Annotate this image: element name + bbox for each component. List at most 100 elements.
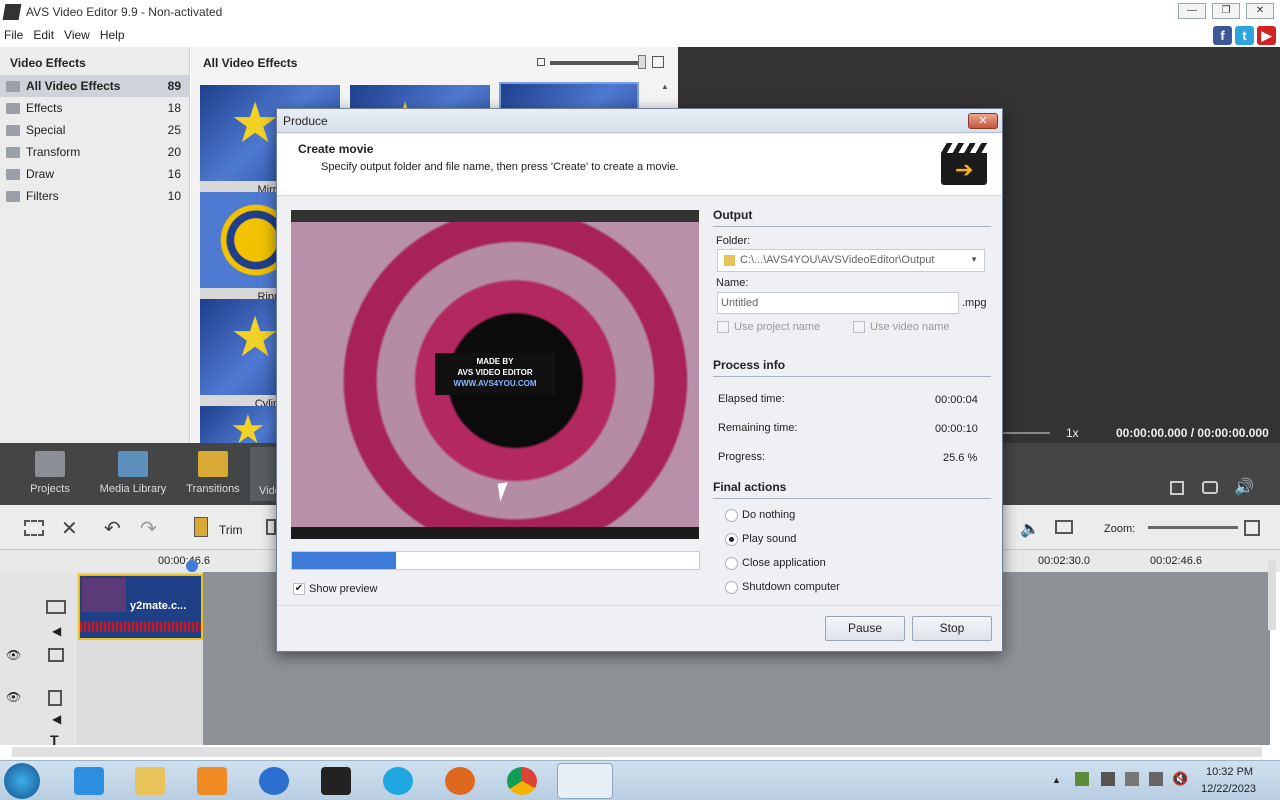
produce-dialog: Produce ✕ Create movie Specify output fo… <box>276 108 1003 652</box>
split-icon[interactable] <box>266 519 276 535</box>
visibility-eye-icon[interactable]: 👁 <box>6 648 21 662</box>
scroll-up-icon[interactable]: ▲ <box>661 82 671 92</box>
category-draw[interactable]: Draw 16 <box>0 163 189 185</box>
play-sound-radio[interactable] <box>725 533 738 546</box>
video-clip[interactable]: y2mate.c... <box>78 574 203 640</box>
mute-icon[interactable]: ◀ <box>52 624 61 638</box>
twitter-icon[interactable]: t <box>1235 26 1254 45</box>
zoom-label: Zoom: <box>1104 523 1136 535</box>
name-label: Name: <box>716 277 749 289</box>
do-nothing-radio[interactable] <box>725 509 738 522</box>
media-library-button[interactable]: Media Library <box>91 451 175 495</box>
visibility-eye-icon[interactable]: 👁 <box>6 690 21 704</box>
playhead[interactable] <box>186 560 198 572</box>
media-player-icon[interactable] <box>197 767 227 795</box>
pause-button[interactable]: Pause <box>825 616 905 641</box>
youtube-icon[interactable]: ▶ <box>1257 26 1276 45</box>
use-project-name-checkbox[interactable] <box>717 321 729 333</box>
display-icon[interactable] <box>1055 520 1073 534</box>
video-track-icon <box>46 600 66 614</box>
avs-video-editor-taskbar-button[interactable] <box>557 763 613 799</box>
action-center-icon[interactable] <box>1125 772 1139 786</box>
audio-mixer-icon[interactable]: 🔈 <box>1020 519 1040 539</box>
thumbnail-size-slider[interactable] <box>550 61 642 65</box>
fit-timeline-icon[interactable] <box>1244 520 1260 536</box>
overlay-track-icon <box>48 690 62 706</box>
close-button[interactable]: ✕ <box>1246 3 1274 19</box>
stop-button[interactable]: Stop <box>912 616 992 641</box>
internet-explorer-icon[interactable] <box>74 767 104 795</box>
volume-muted-icon[interactable]: 🔇 <box>1172 771 1188 787</box>
tray-icon[interactable] <box>1101 772 1115 786</box>
timeline-hscrollbar[interactable] <box>12 747 1262 757</box>
render-progress-bar <box>291 551 700 570</box>
show-hidden-icons[interactable]: ▲ <box>1052 775 1061 785</box>
show-preview-checkbox[interactable]: ✔ <box>293 583 305 595</box>
file-name-input[interactable]: Untitled <box>717 292 959 314</box>
menu-edit[interactable]: Edit <box>33 28 54 42</box>
avs-watermark-logo: MADE BY AVS VIDEO EDITOR WWW.AVS4YOU.COM <box>435 353 555 395</box>
category-all-video-effects[interactable]: All Video Effects 89 <box>0 75 189 97</box>
chevron-down-icon: ▼ <box>970 255 978 264</box>
film-icon <box>118 451 148 477</box>
fullscreen-icon[interactable] <box>1170 481 1184 495</box>
small-size-icon[interactable] <box>537 58 545 66</box>
skype-icon[interactable] <box>383 767 413 795</box>
shutdown-computer-label: Shutdown computer <box>742 581 840 593</box>
lightning-app-icon[interactable] <box>259 767 289 795</box>
shutdown-computer-radio[interactable] <box>725 581 738 594</box>
trim-button[interactable]: Trim <box>219 523 243 537</box>
video-effects-button[interactable]: Vide <box>250 447 281 501</box>
snapshot-icon[interactable] <box>1202 481 1218 494</box>
projects-button[interactable]: Projects <box>8 451 92 495</box>
start-button[interactable] <box>4 763 40 799</box>
process-info-section-title: Process info <box>713 358 991 377</box>
maximize-button[interactable]: ❐ <box>1212 3 1240 19</box>
network-icon[interactable] <box>1149 772 1163 786</box>
time-display: 00:00:00.000 / 00:00:00.000 <box>1116 426 1269 440</box>
category-special[interactable]: Special 25 <box>0 119 189 141</box>
file-explorer-icon[interactable] <box>135 767 165 795</box>
close-application-radio[interactable] <box>725 557 738 570</box>
progress-value: 25.6 % <box>943 452 978 464</box>
transitions-button[interactable]: Transitions <box>171 451 255 495</box>
volume-icon[interactable]: 🔊 <box>1234 477 1254 497</box>
video-app-icon[interactable] <box>321 767 351 795</box>
undo-icon[interactable]: ↶ <box>104 516 121 541</box>
minimize-button[interactable]: — <box>1178 3 1206 19</box>
menu-file[interactable]: File <box>4 28 23 42</box>
category-transform[interactable]: Transform 20 <box>0 141 189 163</box>
category-filters[interactable]: Filters 10 <box>0 185 189 207</box>
timeline-vscrollbar[interactable] <box>1268 560 1276 630</box>
app-icon <box>2 4 22 20</box>
remaining-time-label: Remaining time: <box>718 422 798 434</box>
category-effects[interactable]: Effects 18 <box>0 97 189 119</box>
zoom-slider[interactable] <box>1148 526 1238 529</box>
volume-slider[interactable] <box>1000 432 1050 434</box>
clock-date[interactable]: 12/22/2023 <box>1201 783 1256 795</box>
folder-icon <box>724 255 735 266</box>
tray-icon[interactable] <box>1075 772 1089 786</box>
large-size-icon[interactable] <box>652 56 664 68</box>
file-extension: .mpg <box>962 297 987 309</box>
firefox-icon[interactable] <box>445 767 475 795</box>
create-movie-icon: ➔ <box>941 143 987 185</box>
storyboard-icon[interactable] <box>24 520 44 536</box>
folder-select[interactable]: C:\...\AVS4YOU\AVSVideoEditor\Output ▼ <box>717 249 985 272</box>
chrome-icon[interactable] <box>507 767 537 795</box>
mute-icon[interactable]: ◀ <box>52 712 61 726</box>
dialog-close-button[interactable]: ✕ <box>968 113 998 129</box>
menu-help[interactable]: Help <box>100 28 125 42</box>
use-video-name-checkbox[interactable] <box>853 321 865 333</box>
playback-speed[interactable]: 1x <box>1066 426 1079 440</box>
text-track-icon: T <box>50 732 59 748</box>
clock-time[interactable]: 10:32 PM <box>1206 766 1253 778</box>
play-sound-label: Play sound <box>742 533 797 545</box>
facebook-icon[interactable]: f <box>1213 26 1232 45</box>
redo-icon[interactable]: ↷ <box>140 516 157 541</box>
slider-handle[interactable] <box>638 55 646 69</box>
title-bar: AVS Video Editor 9.9 - Non-activated — ❐… <box>0 0 1280 24</box>
delete-icon[interactable]: ✕ <box>61 516 78 541</box>
effects-track-icon <box>48 648 64 662</box>
menu-view[interactable]: View <box>64 28 90 42</box>
